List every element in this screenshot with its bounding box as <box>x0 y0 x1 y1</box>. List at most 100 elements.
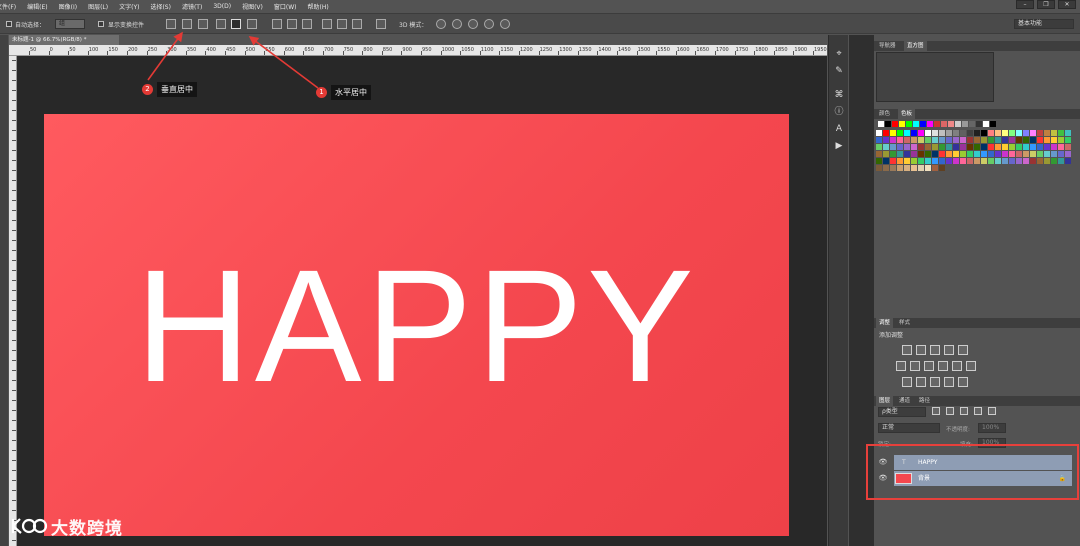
swatch[interactable] <box>876 144 882 150</box>
gradient-map-icon[interactable] <box>944 377 954 387</box>
swatch[interactable] <box>1051 144 1057 150</box>
menu-layer[interactable]: 图层(L) <box>88 2 108 11</box>
swatch[interactable] <box>1037 130 1043 136</box>
minimize-icon[interactable]: – <box>1016 0 1034 9</box>
swatch[interactable] <box>1030 158 1036 164</box>
swatch[interactable] <box>1009 158 1015 164</box>
swatches-grid[interactable] <box>874 121 1080 171</box>
swatch[interactable] <box>1016 137 1022 143</box>
3d-rotate-icon[interactable] <box>436 19 446 29</box>
swatch[interactable] <box>918 144 924 150</box>
swatch[interactable] <box>890 165 896 171</box>
swatch[interactable] <box>932 130 938 136</box>
swatch[interactable] <box>904 151 910 157</box>
swatch[interactable] <box>960 130 966 136</box>
swatch[interactable] <box>1044 130 1050 136</box>
auto-select-dropdown[interactable]: 组 <box>55 19 85 29</box>
threshold-icon[interactable] <box>930 377 940 387</box>
posterize-icon[interactable] <box>916 377 926 387</box>
3d-pan-icon[interactable] <box>468 19 478 29</box>
align-bottom-icon[interactable] <box>198 19 208 29</box>
happy-text-layer[interactable]: HAPPY <box>44 246 789 406</box>
swatch[interactable] <box>890 144 896 150</box>
swatch[interactable] <box>911 144 917 150</box>
ruler-vertical[interactable] <box>9 56 17 546</box>
ruler-horizontal[interactable]: 50 0 50 100 150 200 250 300 350 400 450 500 550 600 65… <box>9 45 827 56</box>
history-icon[interactable]: ⌘ <box>834 90 844 100</box>
swatch[interactable] <box>1065 158 1071 164</box>
distribute-top-icon[interactable] <box>272 19 282 29</box>
swatch[interactable] <box>960 144 966 150</box>
swatch[interactable] <box>939 137 945 143</box>
swatch[interactable] <box>1065 144 1071 150</box>
swatch[interactable] <box>925 165 931 171</box>
swatch[interactable] <box>876 165 882 171</box>
swatch[interactable] <box>925 158 931 164</box>
swatch[interactable] <box>939 144 945 150</box>
swatch[interactable] <box>890 151 896 157</box>
3d-roll-icon[interactable] <box>452 19 462 29</box>
swatch[interactable] <box>967 144 973 150</box>
auto-select-checkbox[interactable] <box>6 21 12 27</box>
swatch[interactable] <box>960 151 966 157</box>
swatch[interactable] <box>925 151 931 157</box>
swatch[interactable] <box>883 137 889 143</box>
swatch[interactable] <box>892 121 898 127</box>
swatch[interactable] <box>939 165 945 171</box>
align-right-icon[interactable] <box>247 19 257 29</box>
swatch[interactable] <box>911 151 917 157</box>
tab-swatches[interactable]: 色板 <box>898 109 916 119</box>
swatch[interactable] <box>1051 137 1057 143</box>
swatch[interactable] <box>1002 137 1008 143</box>
swatch[interactable] <box>1023 130 1029 136</box>
info-icon[interactable]: ⓘ <box>834 107 844 117</box>
show-transform-checkbox[interactable] <box>98 21 104 27</box>
swatch[interactable] <box>995 137 1001 143</box>
swatch[interactable] <box>946 158 952 164</box>
menu-type[interactable]: 文字(Y) <box>119 2 139 11</box>
menu-file[interactable]: 文件(F) <box>0 2 16 11</box>
swatch[interactable] <box>876 158 882 164</box>
swatch[interactable] <box>1051 158 1057 164</box>
swatch[interactable] <box>1002 158 1008 164</box>
swatch[interactable] <box>932 137 938 143</box>
close-icon[interactable]: ✕ <box>1058 0 1076 9</box>
menu-image[interactable]: 图像(I) <box>59 2 77 11</box>
distribute-left-icon[interactable] <box>322 19 332 29</box>
menu-edit[interactable]: 编辑(E) <box>27 2 47 11</box>
hue-sat-icon[interactable] <box>896 361 906 371</box>
swatch[interactable] <box>897 144 903 150</box>
tab-layers[interactable]: 图层 <box>876 396 894 406</box>
swatch[interactable] <box>1009 151 1015 157</box>
menu-help[interactable]: 帮助(H) <box>308 2 329 11</box>
swatch[interactable] <box>939 158 945 164</box>
swatch[interactable] <box>904 165 910 171</box>
swatch[interactable] <box>967 137 973 143</box>
menu-window[interactable]: 窗口(W) <box>274 2 297 11</box>
swatch[interactable] <box>995 144 1001 150</box>
swatch[interactable] <box>918 165 924 171</box>
swatch[interactable] <box>1058 144 1064 150</box>
swatch[interactable] <box>1023 137 1029 143</box>
swatch[interactable] <box>904 137 910 143</box>
swatch[interactable] <box>988 151 994 157</box>
color-balance-icon[interactable] <box>910 361 920 371</box>
swatch[interactable] <box>1030 151 1036 157</box>
tab-navigator[interactable]: 导航器 <box>876 41 899 51</box>
swatch[interactable] <box>927 121 933 127</box>
layer-filter-dropdown[interactable]: ρ类型 <box>878 407 926 417</box>
swatch[interactable] <box>925 137 931 143</box>
swatch[interactable] <box>967 151 973 157</box>
swatch[interactable] <box>946 137 952 143</box>
swatch[interactable] <box>1037 137 1043 143</box>
swatch[interactable] <box>988 137 994 143</box>
swatch[interactable] <box>932 165 938 171</box>
swatch[interactable] <box>1023 151 1029 157</box>
swatch[interactable] <box>918 151 924 157</box>
filter-smart-icon[interactable] <box>988 407 996 415</box>
swatch[interactable] <box>1058 158 1064 164</box>
swatch[interactable] <box>981 151 987 157</box>
swatch[interactable] <box>1002 144 1008 150</box>
swatch[interactable] <box>918 137 924 143</box>
swatch[interactable] <box>995 130 1001 136</box>
